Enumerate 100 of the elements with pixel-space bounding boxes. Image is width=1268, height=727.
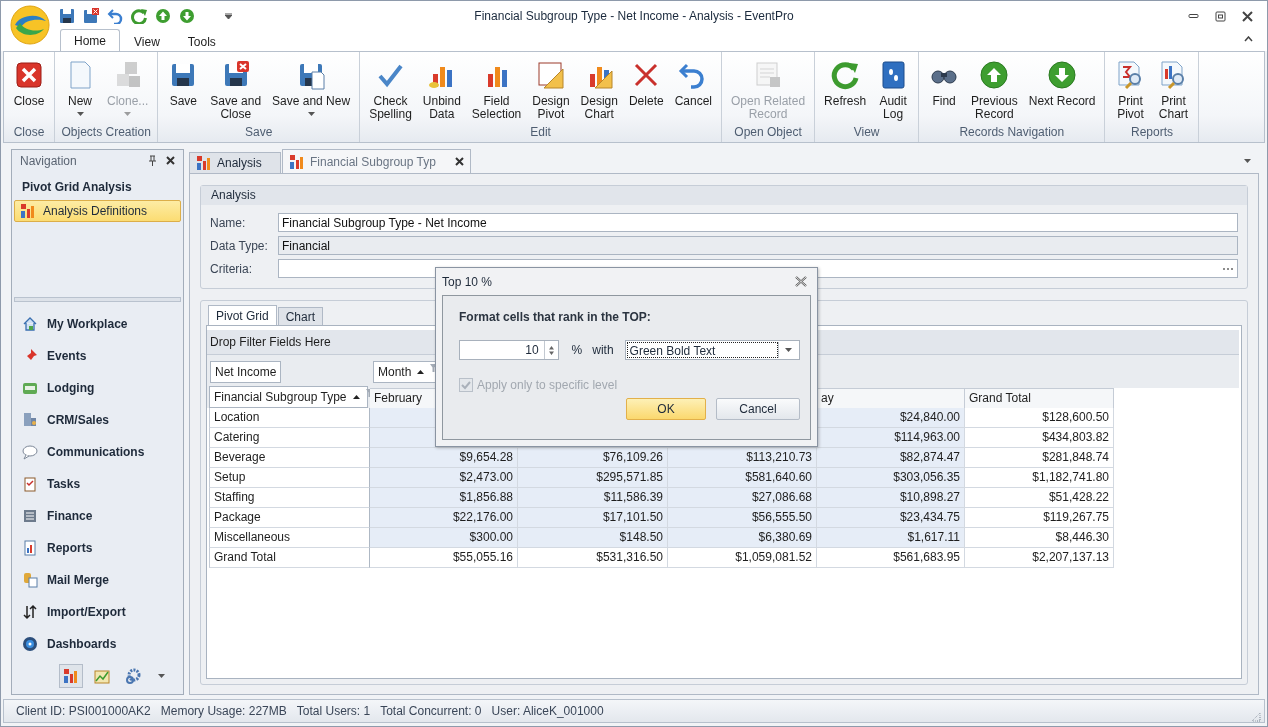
more-caret-icon: [157, 674, 165, 678]
close-icon: [795, 276, 807, 287]
ribbon-button[interactable]: Save and New: [267, 57, 356, 118]
dropdown-caret-icon: [76, 112, 84, 116]
dropdown-caret-icon: [307, 112, 315, 116]
undo-icon: [107, 8, 123, 24]
table-cell: $434,803.82: [965, 428, 1114, 448]
group-label: Objects Creation: [60, 125, 152, 141]
ribbon-button[interactable]: Check Spelling: [364, 57, 417, 123]
table-cell: $10,898.27: [817, 488, 965, 508]
table-cell: $119,267.75: [965, 508, 1114, 528]
table-cell: $11,586.39: [518, 488, 668, 508]
module-item[interactable]: Tasks: [12, 468, 183, 500]
ribbon-button[interactable]: Save and Close: [205, 57, 267, 123]
table-cell: $1,059,081.52: [668, 548, 817, 568]
ribbon-button[interactable]: Save: [162, 57, 205, 110]
module-item[interactable]: My Workplace: [12, 308, 183, 340]
ribbon-button[interactable]: Design Chart: [575, 57, 623, 123]
table-cell: $1,182,741.80: [965, 468, 1114, 488]
field-label: Criteria:: [210, 261, 253, 276]
field-header[interactable]: Net Income: [210, 361, 282, 383]
module-item[interactable]: Mail Merge: [12, 564, 183, 596]
style-dropdown[interactable]: Green Bold Text: [624, 340, 800, 360]
ribbon-button[interactable]: Field Selection: [466, 57, 527, 123]
sort-ascending-icon: [417, 370, 425, 374]
table-cell: $51,428.22: [965, 488, 1114, 508]
ribbon-button[interactable]: Find: [923, 57, 966, 110]
table-cell: $76,109.26: [518, 448, 668, 468]
ribbon-button[interactable]: Refresh: [819, 57, 872, 110]
panel-title: Navigation: [20, 153, 78, 168]
table-cell: $561,683.95: [817, 548, 965, 568]
ribbon-tab[interactable]: View: [120, 31, 174, 51]
dialog-button[interactable]: Cancel: [716, 398, 800, 420]
close-tab-icon: [454, 157, 464, 166]
ribbon-button[interactable]: Unbind Data: [417, 57, 466, 123]
number-spinner[interactable]: 10: [459, 340, 559, 360]
dialog-button[interactable]: OK: [626, 398, 706, 420]
column-header[interactable]: ay: [817, 388, 965, 408]
document-tab[interactable]: Analysis: [189, 152, 281, 173]
module-item[interactable]: Import/Export: [12, 596, 183, 628]
status-text: Total Concurrent: 0: [380, 704, 482, 718]
row-header: Grand Total: [209, 548, 370, 568]
group-label: Save: [244, 125, 274, 141]
row-header: Staffing: [209, 488, 370, 508]
module-item[interactable]: Communications: [12, 436, 183, 468]
module-item[interactable]: Dashboards: [12, 628, 183, 660]
section-title: Pivot Grid Analysis: [21, 179, 133, 196]
text-field[interactable]: Financial Subgroup Type - Net Income: [278, 213, 1238, 232]
minimize-icon: [1188, 14, 1199, 18]
content-tab[interactable]: Chart: [277, 307, 324, 325]
table-cell: $300.00: [370, 528, 518, 548]
building-icon: [22, 412, 38, 428]
table-cell: $2,473.00: [370, 468, 518, 488]
ribbon-button[interactable]: Next Record: [1023, 57, 1101, 110]
module-item[interactable]: Events: [12, 340, 183, 372]
table-cell: $23,434.75: [817, 508, 965, 528]
dropdown-caret-icon: [785, 348, 792, 352]
module-item[interactable]: Reports: [12, 532, 183, 564]
ribbon-button[interactable]: Close: [8, 57, 50, 110]
ribbon-button[interactable]: Delete: [623, 57, 669, 110]
ribbon-tab[interactable]: Home: [60, 29, 120, 51]
gears-icon: [124, 668, 141, 684]
document-tab[interactable]: Financial Subgroup Typ: [282, 149, 471, 173]
table-cell: $128,600.50: [965, 408, 1114, 428]
table-cell: $581,640.60: [668, 468, 817, 488]
ribbon-button[interactable]: Print Pivot: [1109, 57, 1152, 123]
content-tab[interactable]: Pivot Grid: [208, 305, 277, 325]
field-header[interactable]: Financial Subgroup Type: [209, 386, 368, 408]
table-cell: $281,848.74: [965, 448, 1114, 468]
table-cell: $56,555.50: [668, 508, 817, 528]
table-cell: $303,056.35: [817, 468, 965, 488]
table-cell: $17,101.50: [518, 508, 668, 528]
text-field[interactable]: Financial: [278, 236, 1238, 255]
module-item[interactable]: Finance: [12, 500, 183, 532]
toolbar-button[interactable]: [58, 664, 83, 688]
row-header: Catering: [209, 428, 370, 448]
group-label: Records Navigation: [958, 125, 1066, 141]
ribbon-button[interactable]: New: [59, 57, 101, 118]
field-label: Data Type:: [210, 238, 269, 253]
nav-item[interactable]: Analysis Definitions: [14, 200, 181, 222]
column-header[interactable]: Grand Total: [965, 388, 1114, 408]
table-cell: $1,856.88: [370, 488, 518, 508]
row-header: Beverage: [209, 448, 370, 468]
close-icon: [166, 156, 175, 165]
floppy-icon: [59, 8, 75, 24]
bed-icon: [22, 380, 38, 396]
status-text: Memory Usage: 227MB: [160, 704, 287, 718]
ribbon-button[interactable]: Design Pivot: [527, 57, 575, 123]
module-item[interactable]: CRM/Sales: [12, 404, 183, 436]
field-label: Name:: [210, 215, 247, 230]
pivot-chart-icon: [196, 155, 212, 171]
speech-bubble-icon: [22, 444, 38, 460]
status-text: Client ID: PSI001000AK2: [16, 704, 151, 718]
ribbon-button[interactable]: Print Chart: [1152, 57, 1195, 123]
ribbon-button[interactable]: Cancel: [669, 57, 717, 110]
ribbon-button[interactable]: Audit Log: [872, 57, 915, 123]
module-item[interactable]: Lodging: [12, 372, 183, 404]
unit-label: %: [571, 343, 583, 357]
ribbon-button[interactable]: Previous Record: [966, 57, 1023, 123]
ribbon-tab[interactable]: Tools: [173, 31, 230, 51]
